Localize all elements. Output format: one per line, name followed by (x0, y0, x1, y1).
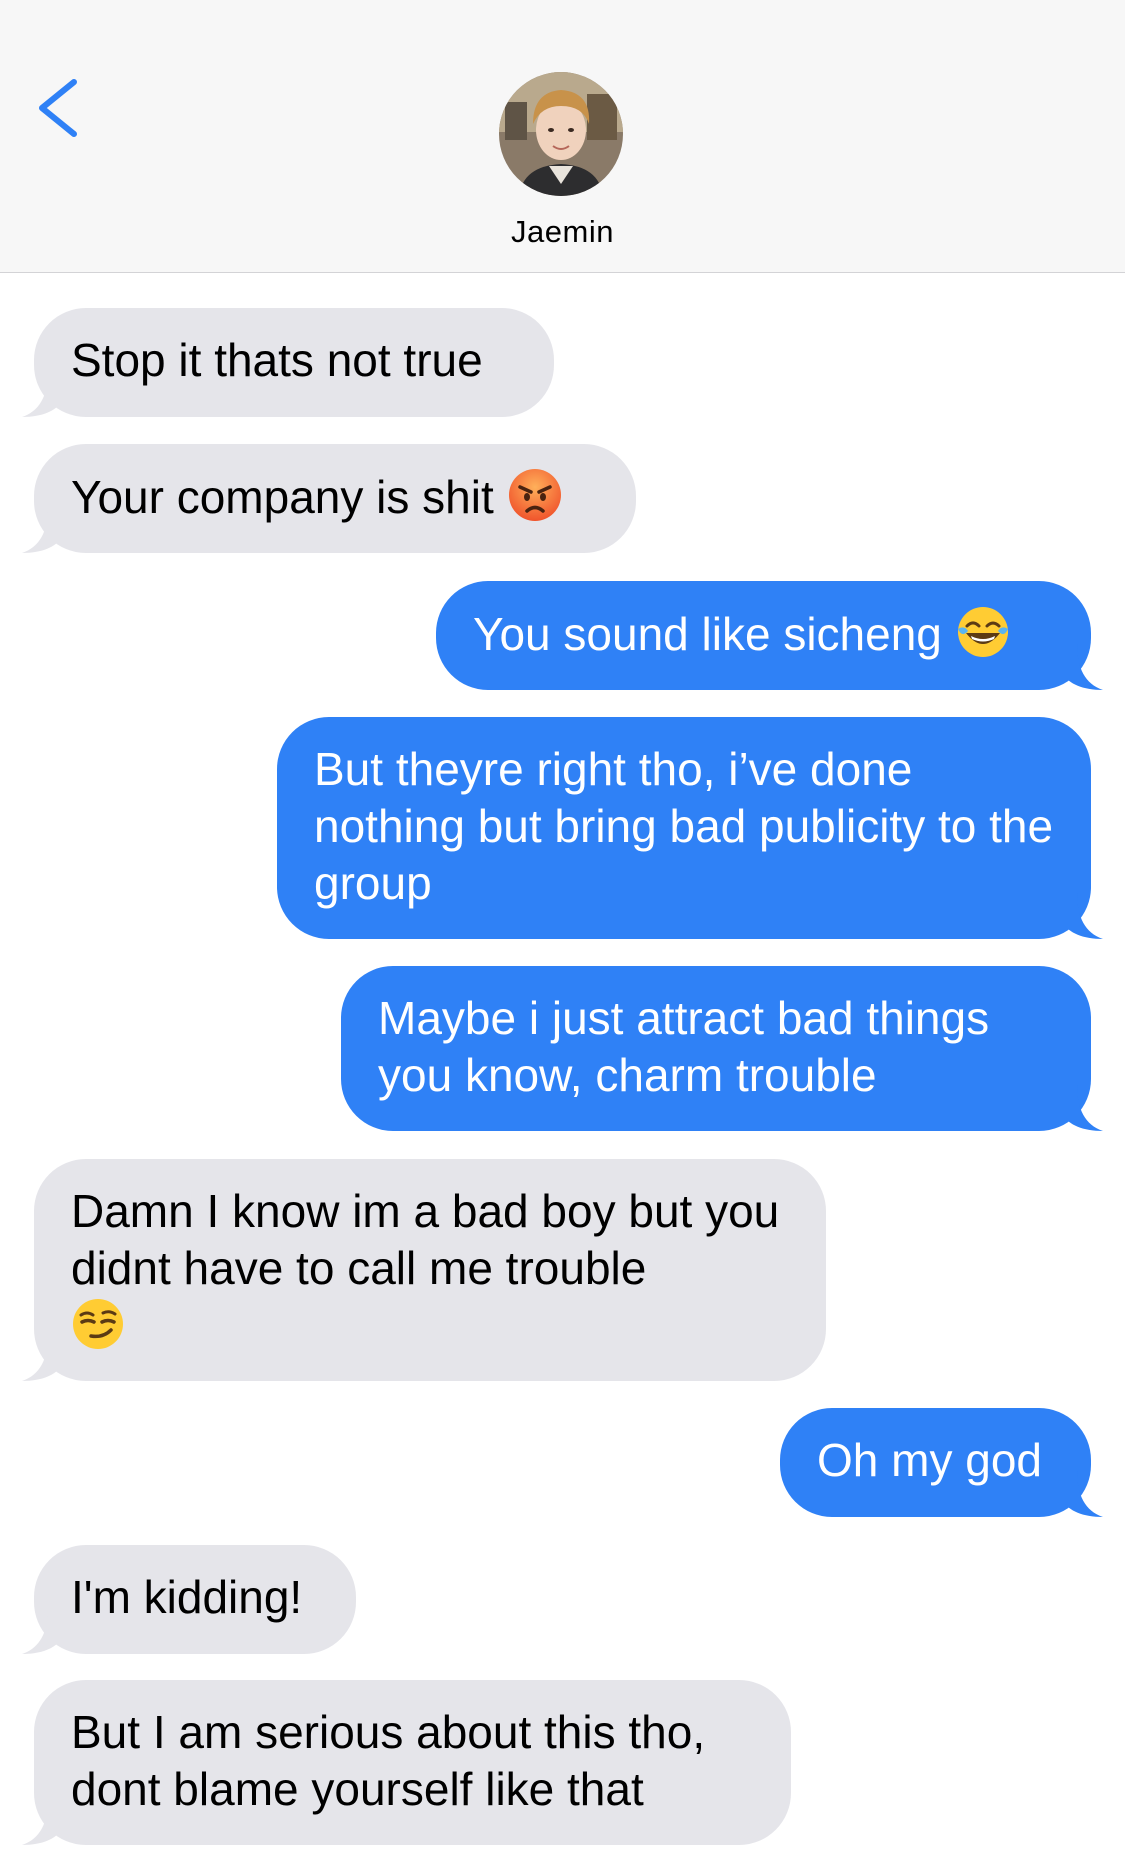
bubble-tail (1063, 893, 1103, 939)
message-text: Stop it thats not true (71, 334, 483, 386)
message-text: But theyre right tho, i’ve done nothing … (314, 743, 1054, 909)
smirking-face-emoji-icon (73, 1299, 123, 1349)
message-bubble-sent[interactable]: Maybe i just attract bad things you know… (341, 966, 1103, 1131)
tears-of-joy-emoji-icon (957, 607, 1008, 657)
contact-avatar[interactable] (499, 72, 623, 196)
bubble-tail (22, 1608, 62, 1654)
message-text: I'm kidding! (71, 1571, 303, 1623)
bubble-tail (22, 507, 62, 553)
chevron-left-icon (39, 79, 77, 137)
message-bubble-sent[interactable]: You sound like sicheng (436, 581, 1103, 690)
bubble-tail (1063, 644, 1103, 690)
back-button[interactable] (30, 68, 90, 148)
bubble-tail (22, 1799, 62, 1845)
message-text: But I am serious about this tho, dont bl… (71, 1706, 706, 1815)
bubble-tail (1063, 1471, 1103, 1517)
message-text: Maybe i just attract bad things you know… (378, 992, 990, 1101)
message-text: Damn I know im a bad boy but you didnt h… (71, 1185, 780, 1294)
message-text: You sound like sicheng (473, 608, 942, 660)
message-bubble-received[interactable]: But I am serious about this tho, dont bl… (22, 1680, 791, 1845)
message-bubble-sent[interactable]: But theyre right tho, i’ve done nothing … (277, 717, 1103, 939)
message-bubble-received[interactable]: Damn I know im a bad boy but you didnt h… (22, 1159, 826, 1381)
message-text: Your company is shit (71, 471, 494, 523)
message-text: Oh my god (817, 1434, 1042, 1486)
contact-name: Jaemin (511, 214, 614, 249)
bubble-tail (22, 1335, 62, 1381)
conversation-header: Jaemin (0, 0, 1125, 273)
message-bubble-received[interactable]: I'm kidding! (22, 1545, 356, 1654)
message-bubble-sent[interactable]: Oh my god (780, 1408, 1103, 1517)
bubble-tail (1063, 1085, 1103, 1131)
message-bubble-received[interactable]: Stop it thats not true (22, 308, 554, 417)
bubble-tail (22, 371, 62, 417)
angry-face-emoji-icon (508, 469, 561, 521)
message-bubble-received[interactable]: Your company is shit (22, 444, 636, 553)
